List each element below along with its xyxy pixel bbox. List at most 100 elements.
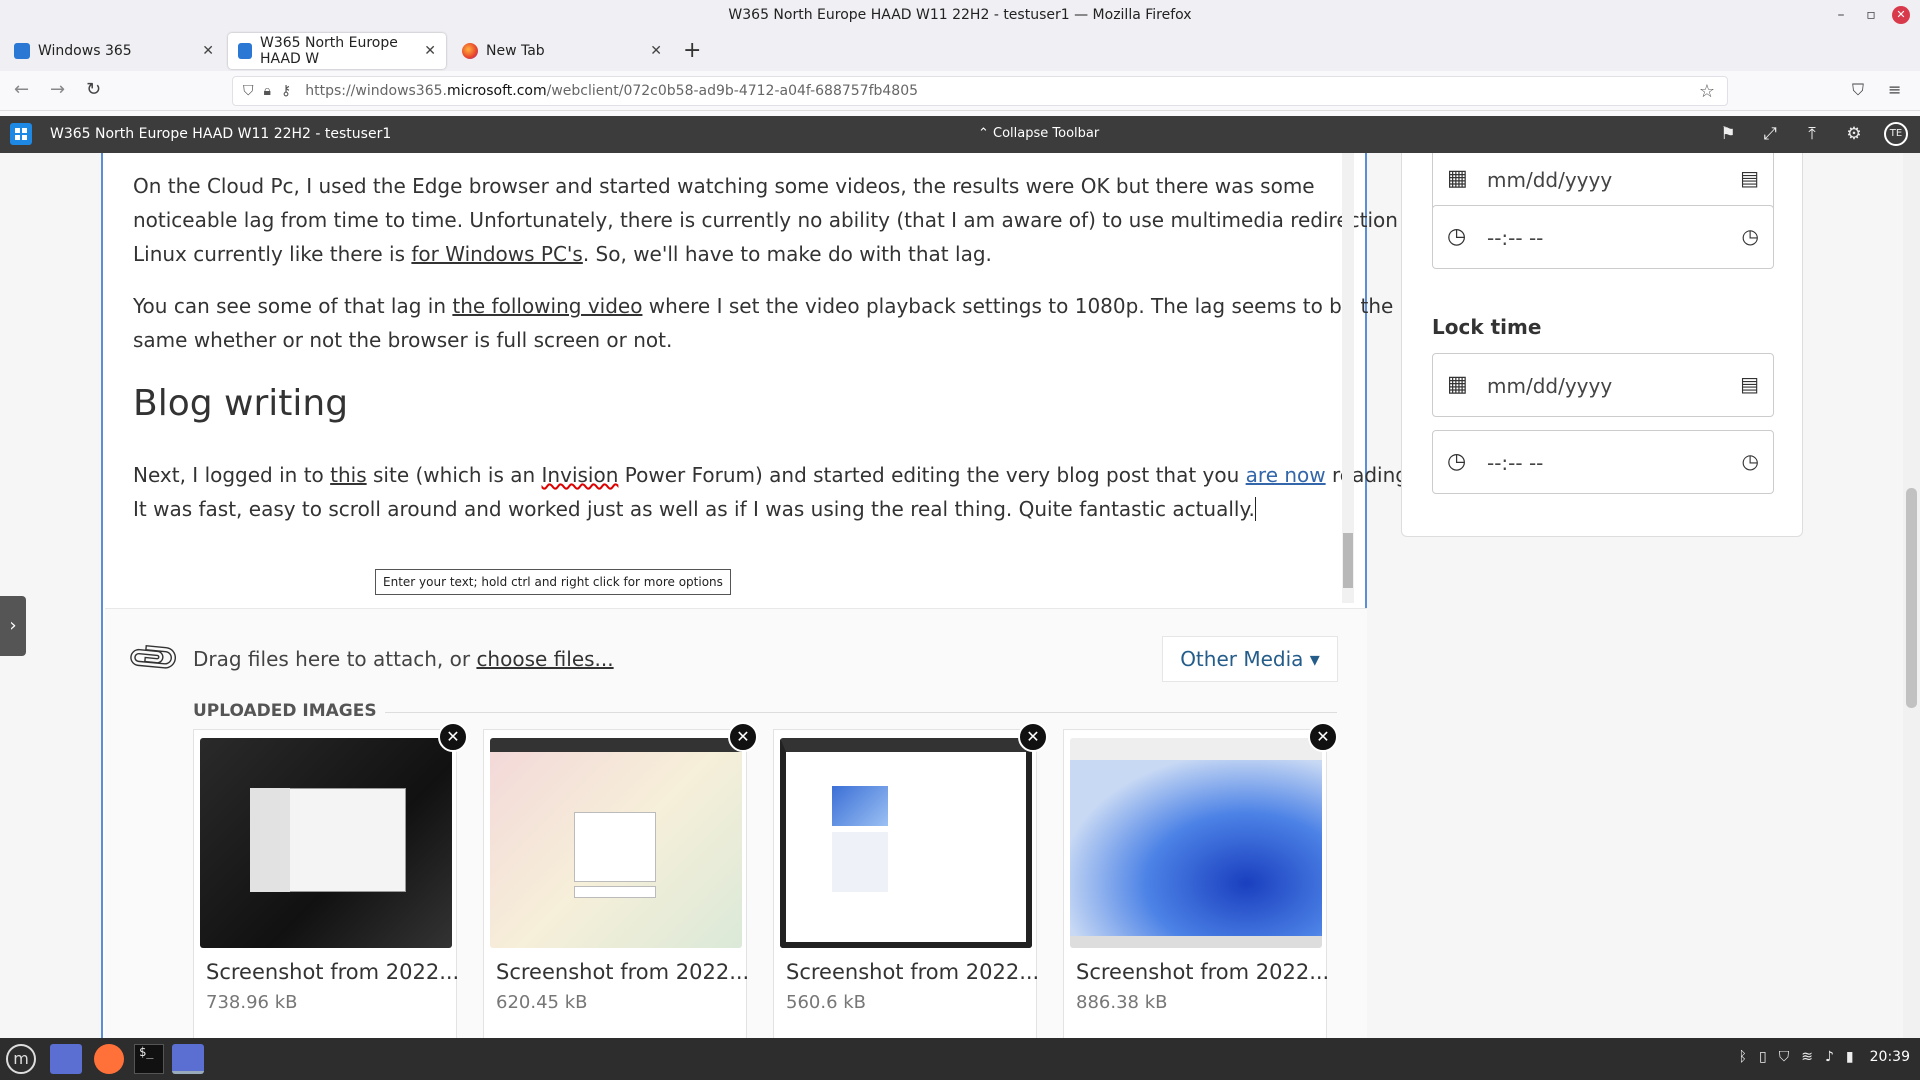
minimize-button[interactable]: – — [1826, 7, 1856, 23]
choose-files-link[interactable]: choose files... — [476, 647, 613, 671]
files-icon[interactable] — [50, 1044, 82, 1074]
remove-image-button[interactable]: ✕ — [728, 722, 758, 752]
tab-close-icon[interactable]: ✕ — [202, 43, 214, 59]
image-size: 620.45 kB — [496, 992, 588, 1013]
firefox-icon[interactable] — [94, 1044, 124, 1074]
remote-session-content: › On the Cloud Pc, I used the Edge brows… — [0, 153, 1920, 1038]
volume-icon[interactable]: ♪ — [1825, 1049, 1834, 1065]
clock-icon: ◷ — [1447, 449, 1467, 474]
lock-date-field[interactable]: ▦ mm/dd/yyyy ▤ — [1432, 353, 1774, 417]
time-picker-icon[interactable]: ◷ — [1742, 224, 1759, 248]
windows365-favicon-icon — [14, 43, 30, 59]
tab-new-tab[interactable]: New Tab ✕ — [452, 33, 672, 69]
battery-icon[interactable]: ▮ — [1846, 1049, 1854, 1065]
clock-icon: ◷ — [1447, 224, 1467, 249]
shield-icon[interactable]: ⛉ — [1779, 1049, 1790, 1065]
editor-scrollbar[interactable] — [1342, 153, 1354, 603]
page-scrollbar[interactable] — [1903, 153, 1920, 1038]
window-controls: – ▫ ✕ — [1826, 0, 1910, 29]
uploaded-image-card[interactable]: ✕ Screenshot from 2022... 560.6 kB — [773, 722, 1048, 1038]
windows365-logo-icon — [10, 123, 32, 145]
back-icon[interactable]: ← — [14, 79, 29, 100]
close-window-button[interactable]: ✕ — [1892, 5, 1910, 24]
editor-tooltip: Enter your text; hold ctrl and right cli… — [375, 569, 731, 595]
terminal-icon[interactable]: $_ — [134, 1044, 164, 1074]
remove-image-button[interactable]: ✕ — [438, 722, 468, 752]
image-thumbnail[interactable] — [780, 738, 1032, 948]
tab-label: New Tab — [486, 43, 545, 59]
tab-close-icon[interactable]: ✕ — [424, 43, 436, 59]
tab-bar: Windows 365 ✕ W365 North Europe HAAD W ✕… — [0, 29, 1920, 71]
lock-icon[interactable]: 🔒︎ — [264, 83, 271, 99]
user-avatar[interactable]: TE — [1884, 122, 1908, 146]
feedback-icon[interactable]: ⚑ — [1716, 124, 1740, 144]
publish-date-field[interactable]: ▦ mm/dd/yyyy ▤ — [1432, 153, 1774, 211]
fullscreen-icon[interactable]: ⤢ — [1758, 124, 1782, 144]
attachment-area[interactable]: 📎︎ Drag files here to attach, or choose … — [105, 608, 1367, 1038]
lock-time-label: Lock time — [1432, 315, 1542, 339]
upload-icon[interactable]: ⤒ — [1800, 124, 1824, 144]
forward-icon[interactable]: → — [50, 79, 65, 100]
time-picker-icon[interactable]: ◷ — [1742, 449, 1759, 473]
w365-toolbar: W365 North Europe HAAD W11 22H2 - testus… — [0, 116, 1920, 153]
image-name: Screenshot from 2022... — [496, 960, 750, 984]
remove-image-button[interactable]: ✕ — [1018, 722, 1048, 752]
url-text[interactable]: https://windows365.microsoft.com/webclie… — [305, 83, 918, 99]
system-tray: ᛒ ▯ ⛉ ≋ ♪ ▮ 20:39 — [1739, 1049, 1910, 1065]
tab-close-icon[interactable]: ✕ — [650, 43, 662, 59]
tab-label: W365 North Europe HAAD W — [259, 35, 398, 67]
editor-scroll-thumb[interactable] — [1343, 533, 1353, 588]
paragraph: You can see some of that lag in the foll… — [133, 294, 1394, 352]
calendar-icon: ▦ — [1447, 372, 1468, 397]
network-icon[interactable]: ≋ — [1801, 1049, 1813, 1065]
reload-icon[interactable]: ↻ — [86, 79, 101, 100]
image-size: 886.38 kB — [1076, 992, 1168, 1013]
pocket-icon[interactable]: ⛉ — [1852, 80, 1864, 100]
paragraph: On the Cloud Pc, I used the Edge browser… — [133, 174, 1423, 266]
menu-icon[interactable]: ≡ — [1888, 80, 1901, 99]
settings-gear-icon[interactable]: ⚙ — [1842, 124, 1866, 144]
spellcheck-word: Invision — [541, 463, 619, 487]
new-tab-button[interactable]: + — [683, 38, 701, 63]
date-picker-icon[interactable]: ▤ — [1740, 166, 1759, 190]
paperclip-icon: 📎︎ — [123, 627, 185, 689]
link-following-video[interactable]: the following video — [452, 294, 642, 318]
windows365-favicon-icon — [238, 43, 252, 59]
remove-image-button[interactable]: ✕ — [1308, 722, 1338, 752]
image-thumbnail[interactable] — [1070, 738, 1322, 948]
uploaded-image-card[interactable]: ✕ Screenshot from 2022... 620.45 kB — [483, 722, 758, 1038]
uploaded-images-heading: UPLOADED IMAGES — [193, 701, 377, 721]
clock[interactable]: 20:39 — [1870, 1049, 1910, 1065]
uploaded-image-card[interactable]: ✕ Screenshot from 2022... 886.38 kB — [1063, 722, 1338, 1038]
tab-windows365[interactable]: Windows 365 ✕ — [4, 33, 224, 69]
page-scroll-thumb[interactable] — [1906, 488, 1917, 708]
other-media-button[interactable]: Other Media ▾ — [1162, 636, 1338, 682]
maximize-button[interactable]: ▫ — [1856, 7, 1886, 23]
paragraph: Next, I logged in to this site (which is… — [133, 463, 1415, 521]
link-windows-pcs[interactable]: for Windows PC's — [411, 242, 582, 266]
window-titlebar: W365 North Europe HAAD W11 22H2 - testus… — [0, 0, 1920, 29]
lock-time-field[interactable]: ◷ --:-- -- ◷ — [1432, 430, 1774, 494]
clipboard-icon[interactable]: ▯ — [1759, 1049, 1767, 1065]
bluetooth-icon[interactable]: ᛒ — [1739, 1049, 1747, 1065]
image-size: 738.96 kB — [206, 992, 298, 1013]
permissions-key-icon[interactable]: ⚷ — [281, 83, 291, 99]
expand-panel-chevron-icon[interactable]: › — [0, 596, 26, 656]
publish-time-field[interactable]: ◷ --:-- -- ◷ — [1432, 205, 1774, 269]
bookmark-star-icon[interactable]: ☆ — [1699, 81, 1715, 102]
link-this-site[interactable]: this — [330, 463, 367, 487]
image-thumbnail[interactable] — [490, 738, 742, 948]
start-menu-icon[interactable]: m — [6, 1044, 36, 1074]
blog-editor[interactable]: On the Cloud Pc, I used the Edge browser… — [101, 153, 1423, 1038]
shield-icon[interactable]: ⛉ — [243, 83, 254, 99]
collapse-toolbar-button[interactable]: ⌃ Collapse Toolbar — [978, 126, 1099, 141]
date-picker-icon[interactable]: ▤ — [1740, 372, 1759, 396]
tab-w365-session[interactable]: W365 North Europe HAAD W ✕ — [228, 33, 446, 69]
image-thumbnail[interactable] — [200, 738, 452, 948]
image-name: Screenshot from 2022... — [786, 960, 1040, 984]
window-title: W365 North Europe HAAD W11 22H2 - testus… — [728, 6, 1192, 23]
link-are-now[interactable]: are now — [1246, 463, 1326, 487]
uploaded-image-card[interactable]: ✕ Screenshot from 2022... 738.96 kB — [193, 722, 468, 1038]
url-bar[interactable]: ⛉ 🔒︎ ⚷ https://windows365.microsoft.com/… — [232, 76, 1728, 106]
files-window-icon[interactable] — [172, 1044, 204, 1074]
